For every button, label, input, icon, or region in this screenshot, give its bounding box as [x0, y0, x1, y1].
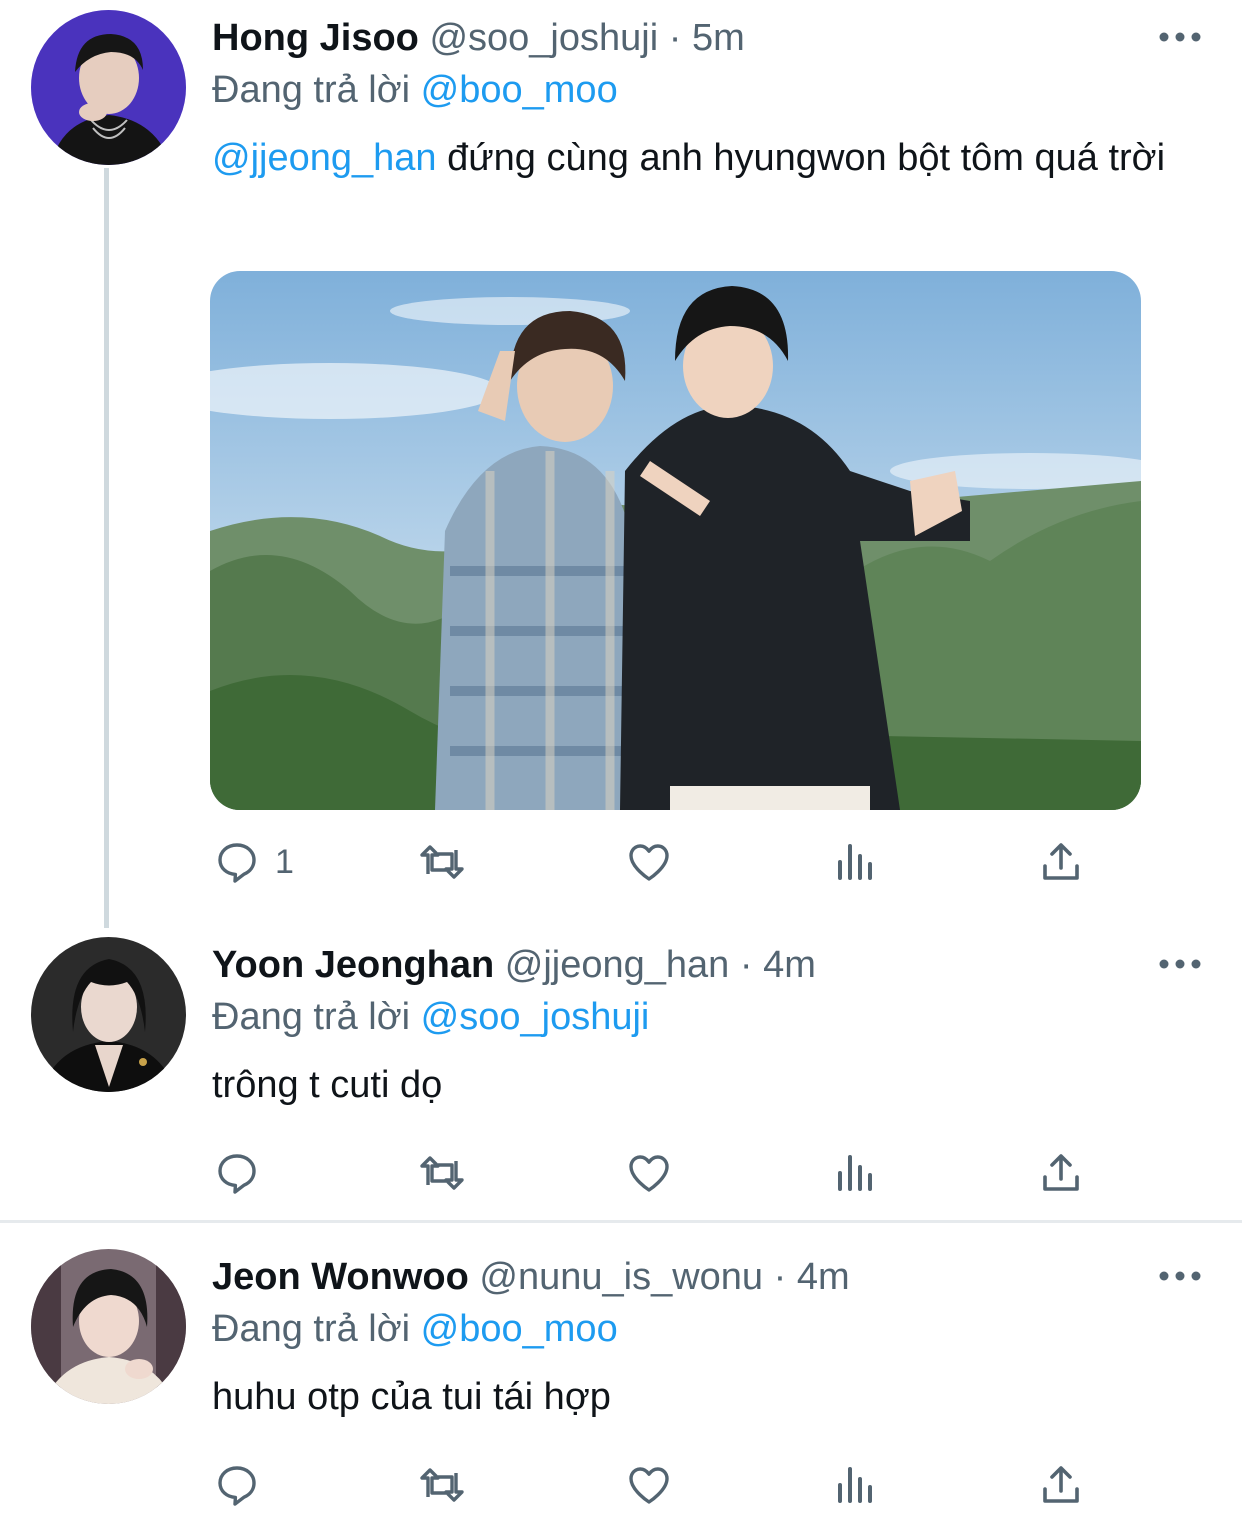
- share-button[interactable]: [1037, 1455, 1085, 1515]
- replying-prefix: Đang trả lời: [212, 1308, 411, 1350]
- reply-icon: [218, 843, 256, 883]
- author-handle[interactable]: @nunu_is_wonu: [479, 1256, 763, 1298]
- separator-dot: ·: [773, 1256, 787, 1298]
- avatar[interactable]: [31, 1249, 186, 1404]
- author-name[interactable]: Hong Jisoo: [212, 17, 419, 59]
- replying-to-link[interactable]: @boo_moo: [421, 69, 618, 111]
- replying-prefix: Đang trả lời: [212, 69, 411, 111]
- like-button[interactable]: [625, 1455, 673, 1515]
- tweet-text: @jjeong_han đứng cùng anh hyungwon bột t…: [212, 132, 1202, 184]
- retweet-button[interactable]: [418, 832, 466, 892]
- timestamp[interactable]: 5m: [692, 17, 745, 59]
- author-name[interactable]: Jeon Wonwoo: [212, 1256, 469, 1298]
- more-icon[interactable]: [1158, 27, 1202, 47]
- tweet-header: Yoon Jeonghan @jjeong_han · 4m: [212, 930, 816, 1000]
- retweet-icon: [420, 845, 464, 879]
- author-handle[interactable]: @jjeong_han: [505, 944, 730, 986]
- timestamp[interactable]: 4m: [797, 1256, 850, 1298]
- tweet-actions: [0, 1455, 1242, 1515]
- tweet-text: huhu otp của tui tái hợp: [212, 1371, 1202, 1423]
- analytics-icon: [838, 1155, 872, 1191]
- views-button[interactable]: [832, 832, 880, 892]
- tweet-header: Jeon Wonwoo @nunu_is_wonu · 4m: [212, 1242, 850, 1312]
- more-icon[interactable]: [1158, 1266, 1202, 1286]
- reply-count: 1: [275, 842, 294, 881]
- tweet-header: Hong Jisoo @soo_joshuji · 5m: [212, 3, 745, 73]
- replying-to-link[interactable]: @boo_moo: [421, 1308, 618, 1350]
- tweet-3[interactable]: Jeon Wonwoo @nunu_is_wonu · 4m Đang trả …: [0, 1239, 1242, 1529]
- reply-button[interactable]: [213, 1455, 261, 1515]
- avatar-image: [31, 10, 186, 165]
- tweet-text: trông t cuti dọ: [212, 1059, 1202, 1111]
- replying-to: Đang trả lời @boo_moo: [212, 1304, 618, 1354]
- heart-icon: [629, 844, 669, 881]
- tweet-text-content: đứng cùng anh hyungwon bột tôm quá trời: [436, 137, 1166, 179]
- reply-icon: [218, 1154, 256, 1194]
- heart-icon: [629, 1467, 669, 1504]
- timestamp[interactable]: 4m: [763, 944, 816, 986]
- author-name[interactable]: Yoon Jeonghan: [212, 944, 494, 986]
- share-icon: [1043, 843, 1079, 880]
- replying-prefix: Đang trả lời: [212, 996, 411, 1038]
- photo-image: [210, 271, 1141, 810]
- share-icon: [1043, 1466, 1079, 1503]
- tweet-photo[interactable]: [210, 271, 1141, 810]
- avatar-image: [31, 937, 186, 1092]
- avatar-image: [31, 1249, 186, 1404]
- reply-button[interactable]: [213, 1143, 261, 1203]
- heart-icon: [629, 1155, 669, 1192]
- analytics-icon: [838, 844, 872, 880]
- avatar[interactable]: [31, 937, 186, 1092]
- reply-button[interactable]: 1: [213, 832, 294, 892]
- separator-dot: ·: [739, 944, 753, 986]
- replying-to: Đang trả lời @boo_moo: [212, 65, 618, 115]
- tweet-text-content: trông t cuti dọ: [212, 1064, 443, 1106]
- thread-connector-line: [104, 168, 109, 928]
- replying-to-link[interactable]: @soo_joshuji: [421, 996, 650, 1038]
- retweet-button[interactable]: [418, 1143, 466, 1203]
- retweet-icon: [420, 1156, 464, 1190]
- share-icon: [1043, 1154, 1079, 1191]
- like-button[interactable]: [625, 1143, 673, 1203]
- views-button[interactable]: [832, 1143, 880, 1203]
- tweet-divider: [0, 1220, 1242, 1223]
- replying-to: Đang trả lời @soo_joshuji: [212, 992, 649, 1042]
- tweet-actions: 1: [0, 832, 1242, 892]
- separator-dot: ·: [668, 17, 682, 59]
- share-button[interactable]: [1037, 832, 1085, 892]
- tweet-2[interactable]: Yoon Jeonghan @jjeong_han · 4m Đang trả …: [0, 927, 1242, 1217]
- author-handle[interactable]: @soo_joshuji: [429, 17, 658, 59]
- share-button[interactable]: [1037, 1143, 1085, 1203]
- reply-icon: [218, 1466, 256, 1506]
- retweet-button[interactable]: [418, 1455, 466, 1515]
- retweet-icon: [420, 1468, 464, 1502]
- more-icon[interactable]: [1158, 954, 1202, 974]
- views-button[interactable]: [832, 1455, 880, 1515]
- mention-link[interactable]: @jjeong_han: [212, 137, 437, 179]
- like-button[interactable]: [625, 832, 673, 892]
- tweet-actions: [0, 1143, 1242, 1203]
- tweet-text-content: huhu otp của tui tái hợp: [212, 1376, 611, 1418]
- avatar[interactable]: [31, 10, 186, 165]
- analytics-icon: [838, 1467, 872, 1503]
